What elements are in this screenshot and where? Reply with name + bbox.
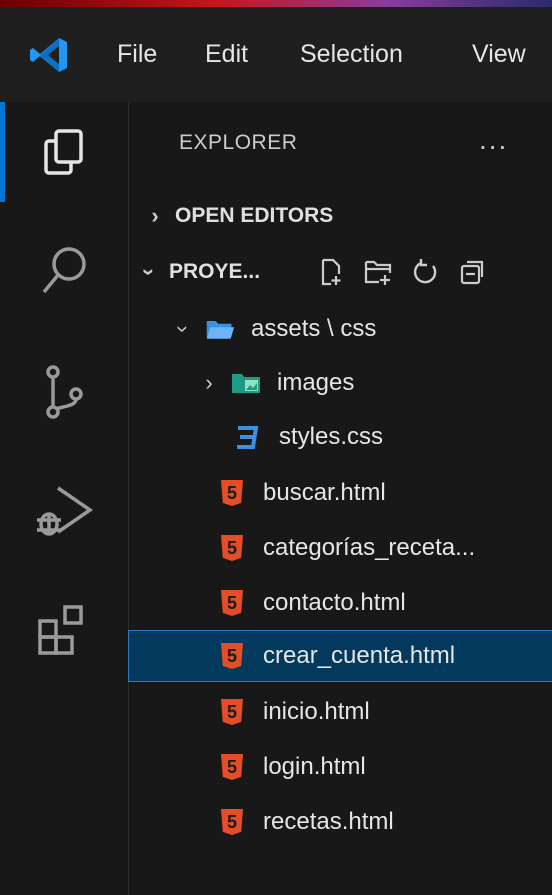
open-editors-section[interactable]: › OPEN EDITORS [129, 194, 552, 238]
title-bar-accent [0, 0, 552, 7]
explorer-title: EXPLORER [179, 131, 298, 154]
file-label-contacto: contacto.html [263, 589, 406, 616]
file-row-crear-cuenta[interactable]: 5 crear_cuenta.html [128, 630, 552, 682]
project-section[interactable]: › PROYE... [129, 250, 552, 294]
search-icon [42, 247, 86, 294]
open-editors-label: OPEN EDITORS [175, 204, 334, 227]
activity-explorer[interactable] [0, 102, 128, 202]
images-folder-label: images [277, 369, 355, 396]
styles-file-row[interactable]: styles.css [129, 412, 552, 462]
run-debug-icon [37, 486, 94, 536]
activity-source-control[interactable] [0, 342, 128, 442]
file-row-buscar[interactable]: 5 buscar.html [129, 468, 552, 518]
chevron-down-icon: › [137, 268, 162, 276]
activity-extensions[interactable] [0, 582, 128, 682]
html-file-icon: 5 [217, 588, 247, 618]
html-file-icon: 5 [217, 752, 247, 782]
file-row-inicio[interactable]: 5 inicio.html [129, 687, 552, 737]
extensions-icon [38, 605, 83, 655]
more-actions-button[interactable]: ... [479, 124, 508, 156]
collapse-all-icon[interactable] [459, 258, 485, 286]
html-file-icon: 5 [217, 533, 247, 563]
file-label-crear-cuenta: crear_cuenta.html [263, 642, 456, 669]
project-actions [319, 250, 485, 294]
vscode-logo-icon [30, 38, 67, 72]
activity-bar [0, 102, 129, 895]
assets-folder-row[interactable]: › assets \ css [129, 304, 552, 354]
chevron-down-icon: › [171, 325, 196, 333]
refresh-icon[interactable] [413, 258, 439, 286]
file-label-recetas: recetas.html [263, 808, 394, 835]
assets-folder-label: assets \ css [251, 315, 377, 342]
file-row-categorias[interactable]: 5 categorías_receta... [129, 523, 552, 573]
file-row-contacto[interactable]: 5 contacto.html [129, 578, 552, 628]
images-folder-row[interactable]: › images [129, 358, 552, 408]
chevron-right-icon: › [205, 370, 213, 395]
activity-run-debug[interactable] [0, 462, 128, 562]
activity-search[interactable] [0, 222, 128, 322]
new-folder-icon[interactable] [363, 258, 393, 286]
file-label-inicio: inicio.html [263, 698, 370, 725]
html-file-icon: 5 [217, 697, 247, 727]
file-label-login: login.html [263, 753, 366, 780]
project-label: PROYE... [169, 260, 261, 283]
html-file-icon: 5 [217, 478, 247, 508]
html-file-icon: 5 [217, 641, 247, 671]
css-file-icon [233, 422, 263, 452]
source-control-icon [46, 365, 83, 419]
folder-open-icon [205, 314, 235, 344]
title-bar: File Edit Selection View [0, 0, 552, 102]
chevron-right-icon: › [151, 203, 159, 228]
images-folder-icon [231, 368, 261, 398]
file-row-recetas[interactable]: 5 recetas.html [129, 797, 552, 847]
new-file-icon[interactable] [319, 258, 343, 286]
file-row-login[interactable]: 5 login.html [129, 742, 552, 792]
menu-selection[interactable]: Selection [300, 40, 403, 69]
menu-edit[interactable]: Edit [205, 40, 248, 69]
file-label-buscar: buscar.html [263, 479, 386, 506]
explorer-sidebar: EXPLORER ... › OPEN EDITORS › PROYE... › [128, 102, 552, 895]
file-label-categorias: categorías_receta... [263, 534, 476, 561]
styles-file-label: styles.css [279, 423, 384, 450]
menu-file[interactable]: File [117, 40, 157, 69]
menu-view[interactable]: View [472, 40, 526, 69]
html-file-icon: 5 [217, 807, 247, 837]
explorer-icon [44, 129, 83, 175]
